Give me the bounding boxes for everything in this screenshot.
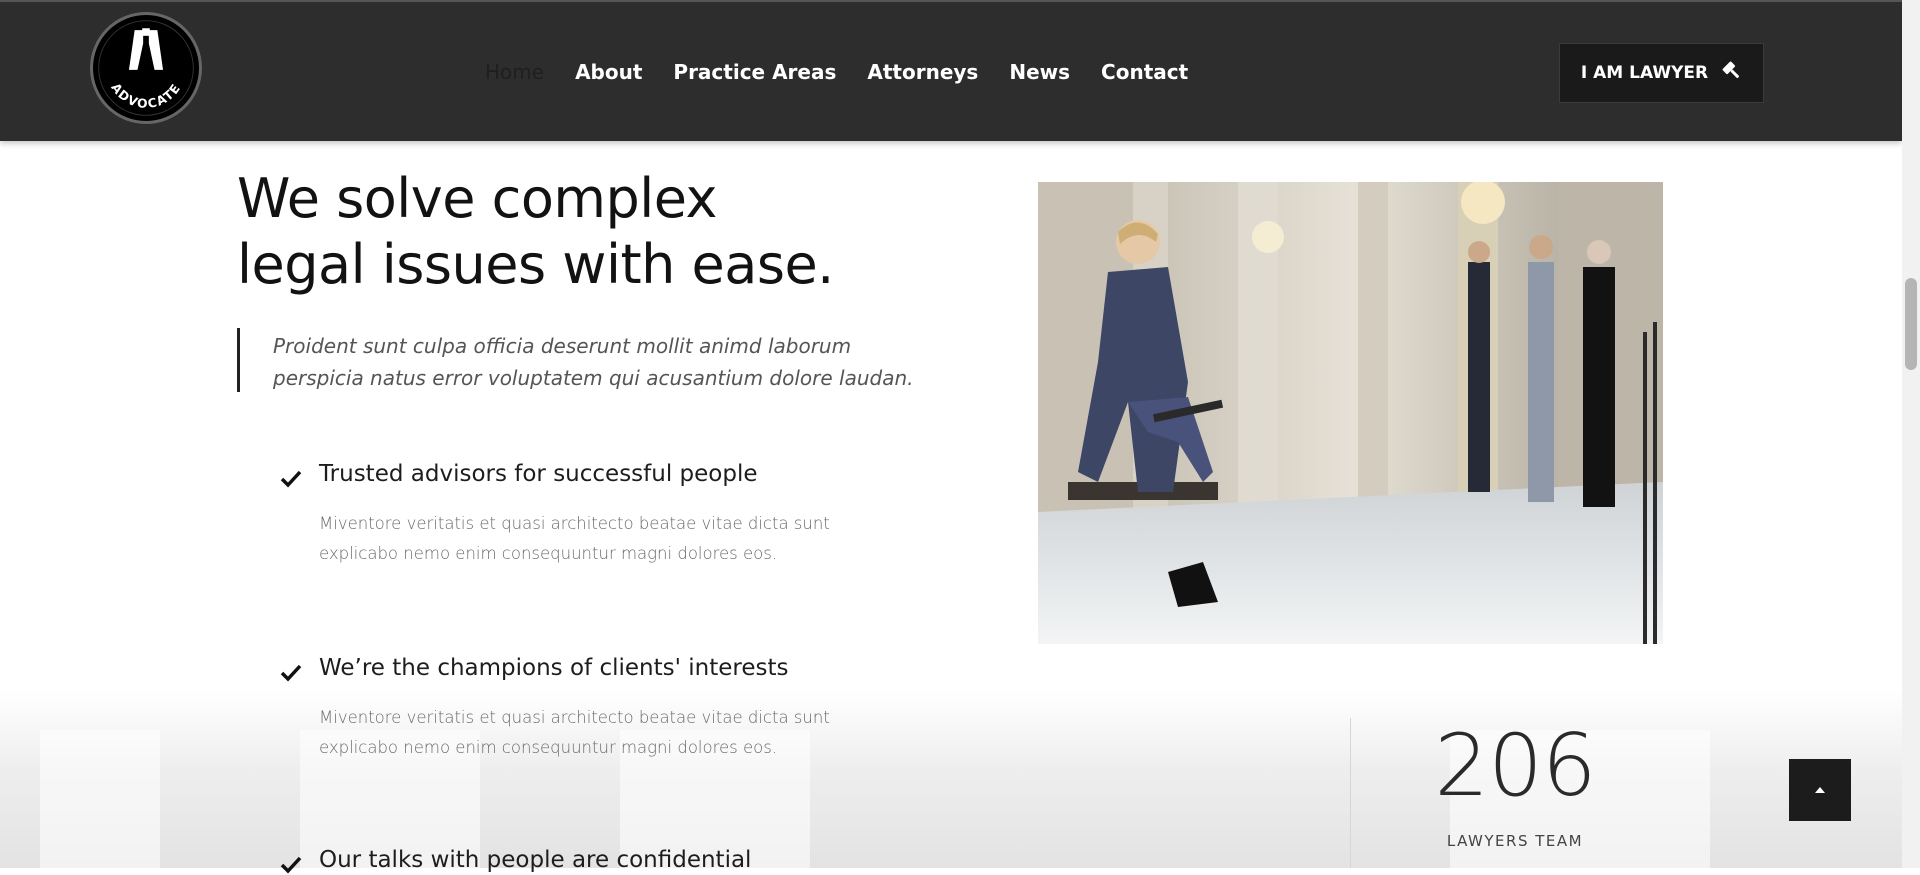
nav-attorneys[interactable]: Attorneys xyxy=(867,60,978,84)
check-icon xyxy=(280,856,302,874)
back-to-top-button[interactable] xyxy=(1789,759,1851,821)
main-nav: Home About Practice Areas Attorneys News… xyxy=(485,60,1188,84)
site-header: ADVOCATE Home About Practice Areas Attor… xyxy=(0,0,1902,141)
advocate-logo[interactable]: ADVOCATE xyxy=(90,12,202,124)
nav-contact[interactable]: Contact xyxy=(1101,60,1188,84)
gavel-icon xyxy=(1722,61,1742,86)
feature-title: We’re the champions of clients' interest… xyxy=(319,655,789,681)
stat-number: 206 xyxy=(1434,716,1596,816)
check-icon xyxy=(280,470,302,488)
i-am-lawyer-label: I AM LAWYER xyxy=(1580,63,1709,83)
chevron-up-icon xyxy=(1815,787,1825,793)
stat-label: LAWYERS TEAM xyxy=(1446,832,1584,850)
feature-description: Miventore veritatis et quasi architecto … xyxy=(319,514,830,563)
headline-line-2: legal issues with ease. xyxy=(237,233,834,296)
nav-home[interactable]: Home xyxy=(485,60,544,84)
feature-description: Miventore veritatis et quasi architecto … xyxy=(319,708,830,757)
stats-divider xyxy=(1350,718,1351,868)
feature-title: Our talks with people are confidential xyxy=(319,847,752,873)
headline-line-1: We solve complex xyxy=(237,167,717,230)
page-scrollbar[interactable] xyxy=(1902,0,1920,868)
check-icon xyxy=(280,664,302,682)
page-headline: We solve complex legal issues with ease. xyxy=(237,166,937,298)
lawyers-photo xyxy=(1038,182,1663,644)
feature-title: Trusted advisors for successful people xyxy=(319,461,758,487)
nav-news[interactable]: News xyxy=(1009,60,1070,84)
advocate-logo-icon: ADVOCATE xyxy=(95,17,197,119)
scrollbar-thumb[interactable] xyxy=(1905,278,1917,370)
nav-about[interactable]: About xyxy=(575,60,642,84)
nav-practice-areas[interactable]: Practice Areas xyxy=(673,60,836,84)
intro-quote: Proident sunt culpa officia deserunt mol… xyxy=(237,328,927,392)
i-am-lawyer-button[interactable]: I AM LAWYER xyxy=(1559,43,1764,103)
